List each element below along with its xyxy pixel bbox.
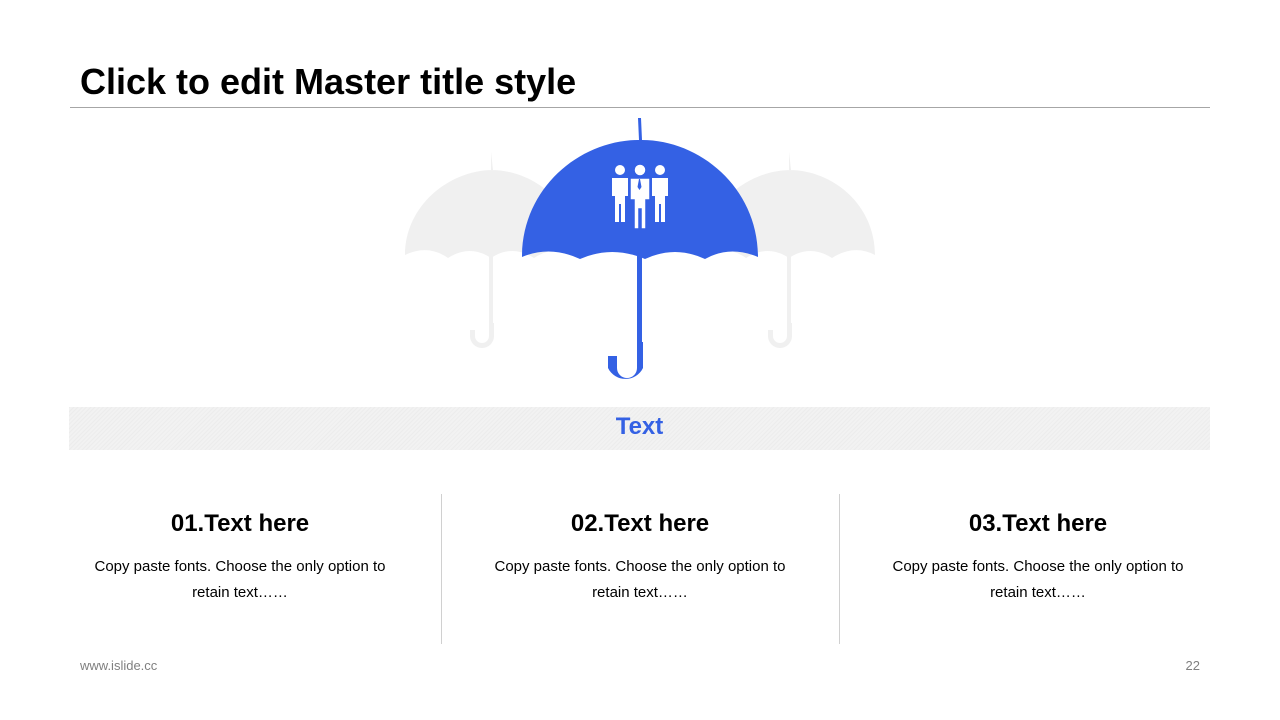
column-body: Copy paste fonts. Choose the only option… bbox=[892, 558, 1184, 601]
umbrella-illustration bbox=[405, 118, 875, 379]
banner-label: Text bbox=[615, 413, 664, 440]
column-heading: 01.Text here bbox=[170, 510, 310, 537]
column-2: 02.Text here Copy paste fonts. Choose th… bbox=[470, 494, 810, 644]
page-number: 22 bbox=[1185, 658, 1200, 673]
column-heading: 02.Text here bbox=[570, 510, 710, 537]
column-3: 03.Text here Copy paste fonts. Choose th… bbox=[868, 494, 1208, 644]
column-body: Copy paste fonts. Choose the only option… bbox=[494, 558, 786, 601]
column-1: 01.Text here Copy paste fonts. Choose th… bbox=[70, 494, 410, 644]
column-heading: 03.Text here bbox=[968, 510, 1108, 537]
footer-url[interactable]: www.islide.cc bbox=[80, 658, 157, 673]
column-body: Copy paste fonts. Choose the only option… bbox=[94, 558, 386, 601]
column-divider bbox=[441, 494, 442, 644]
text-banner: Text bbox=[69, 407, 1210, 450]
slide: Click to edit Master title style Text 01… bbox=[0, 0, 1280, 720]
umbrella-icon bbox=[522, 118, 758, 379]
column-divider bbox=[839, 494, 840, 644]
